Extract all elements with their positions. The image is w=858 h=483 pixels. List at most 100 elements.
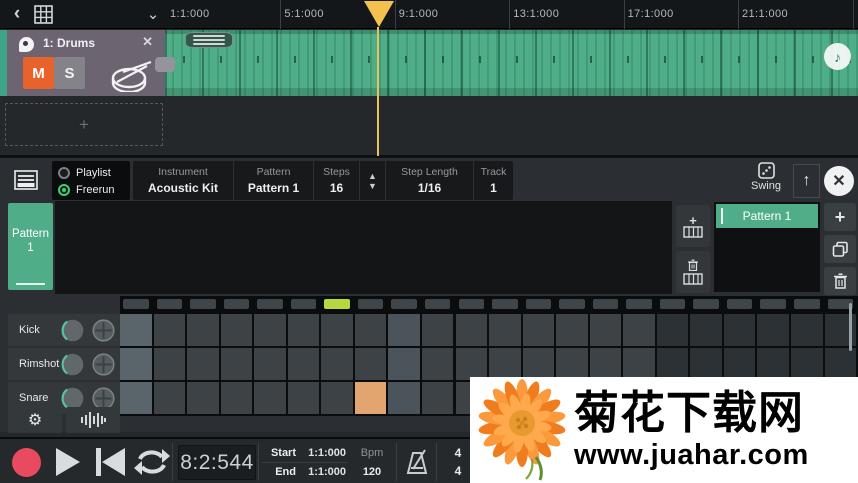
step-cell[interactable] <box>321 382 353 414</box>
step-cell[interactable] <box>388 382 420 414</box>
step-cell[interactable] <box>287 314 320 346</box>
step-cell[interactable] <box>187 382 219 414</box>
step-cell[interactable] <box>690 348 722 380</box>
end-value[interactable]: 1:1:000 <box>296 466 348 478</box>
pattern-tab[interactable]: Pattern 1 <box>8 203 53 290</box>
add-pattern-button[interactable]: + <box>824 203 856 231</box>
track-resize-handle[interactable] <box>155 57 175 72</box>
steps-stepper[interactable]: ▲ ▼ <box>359 161 385 200</box>
step-cell[interactable] <box>455 314 488 346</box>
track-close-button[interactable]: ✕ <box>142 34 153 50</box>
pattern-lane-area[interactable] <box>55 201 672 294</box>
mode-playlist[interactable]: Playlist <box>58 165 124 181</box>
loop-range-block[interactable]: Start 1:1:000 End 1:1:000 <box>262 444 348 480</box>
step-cell[interactable] <box>623 348 655 380</box>
volume-knob[interactable] <box>59 317 86 344</box>
step-cell[interactable] <box>153 314 186 346</box>
delete-bar-button[interactable] <box>676 251 710 293</box>
step-cell[interactable] <box>254 382 286 414</box>
step-cell[interactable] <box>757 314 789 346</box>
step-cell[interactable] <box>254 314 286 346</box>
step-cell[interactable] <box>254 348 286 380</box>
collapse-button[interactable]: ⌄ <box>142 2 164 26</box>
step-cell[interactable] <box>388 314 420 346</box>
bpm-block[interactable]: Bpm 120 <box>352 444 392 480</box>
field-steps[interactable]: Steps 16 <box>313 161 359 200</box>
step-cell-active[interactable] <box>354 382 387 414</box>
step-cell[interactable] <box>522 348 555 380</box>
step-cell[interactable] <box>421 382 454 414</box>
step-cell[interactable] <box>791 348 823 380</box>
clip-drag-handle[interactable] <box>185 32 233 48</box>
step-cell[interactable] <box>589 314 622 346</box>
step-cell[interactable] <box>120 382 152 414</box>
step-cell[interactable] <box>354 348 387 380</box>
step-cell[interactable] <box>421 348 454 380</box>
step-cell[interactable] <box>287 382 320 414</box>
swing-button[interactable]: Swing <box>742 162 790 200</box>
metronome-button[interactable] <box>402 447 432 477</box>
step-cell[interactable] <box>489 314 521 346</box>
field-instrument[interactable]: Instrument Acoustic Kit <box>133 161 233 200</box>
stepper-down-icon[interactable]: ▼ <box>368 181 377 191</box>
grid-view-button[interactable] <box>30 2 56 26</box>
step-cell[interactable] <box>120 348 152 380</box>
step-cell[interactable] <box>723 348 756 380</box>
step-cell[interactable] <box>220 314 253 346</box>
step-cell[interactable] <box>220 382 253 414</box>
play-button[interactable] <box>56 448 80 476</box>
step-cell[interactable] <box>690 314 722 346</box>
pan-knob[interactable] <box>90 351 117 378</box>
field-pattern[interactable]: Pattern Pattern 1 <box>233 161 313 200</box>
step-cell[interactable] <box>455 348 488 380</box>
start-value[interactable]: 1:1:000 <box>296 447 348 459</box>
step-cell[interactable] <box>187 348 219 380</box>
add-track-region[interactable]: + <box>5 103 163 146</box>
stepper-up-icon[interactable]: ▲ <box>368 171 377 181</box>
step-cell[interactable] <box>388 348 420 380</box>
close-sequencer-button[interactable]: ✕ <box>824 166 854 196</box>
track-header[interactable]: 1: Drums ✕ M S <box>7 30 175 96</box>
settings-button[interactable]: ⚙ <box>8 407 62 433</box>
clip-lane[interactable]: ♪ <box>165 30 858 96</box>
step-cell[interactable] <box>187 314 219 346</box>
mode-freerun[interactable]: Freerun <box>58 182 124 198</box>
step-cell[interactable] <box>723 314 756 346</box>
step-cell[interactable] <box>421 314 454 346</box>
timeline-ruler[interactable]: 1:1:000 5:1:000 9:1:000 13:1:000 17:1:000 21:… <box>165 0 858 29</box>
solo-button[interactable]: S <box>54 57 85 89</box>
step-cell[interactable] <box>321 348 353 380</box>
waveform-button[interactable] <box>66 407 120 433</box>
mute-button[interactable]: M <box>23 57 54 89</box>
step-cell[interactable] <box>589 348 622 380</box>
pan-knob[interactable] <box>90 317 117 344</box>
step-cell[interactable] <box>757 348 789 380</box>
step-cell[interactable] <box>153 382 186 414</box>
grid-scrollbar[interactable] <box>849 303 852 351</box>
step-cell[interactable] <box>623 314 655 346</box>
step-cell[interactable] <box>120 314 152 346</box>
copy-pattern-button[interactable] <box>824 235 856 263</box>
record-button[interactable] <box>12 448 41 477</box>
back-button[interactable]: ‹ <box>6 2 28 26</box>
step-cell[interactable] <box>220 348 253 380</box>
playhead-marker[interactable] <box>364 1 394 27</box>
step-cell[interactable] <box>153 348 186 380</box>
delete-pattern-button[interactable] <box>824 267 856 295</box>
loop-button[interactable] <box>134 446 170 478</box>
add-bar-button[interactable]: + <box>676 205 710 247</box>
field-track[interactable]: Track 1 <box>473 161 513 200</box>
step-cell[interactable] <box>556 348 588 380</box>
step-cell[interactable] <box>522 314 555 346</box>
drum-row-kick[interactable]: Kick <box>8 314 120 346</box>
minimize-panel-button[interactable]: ↑ <box>793 164 820 198</box>
step-cell[interactable] <box>287 348 320 380</box>
sequencer-menu-button[interactable] <box>8 164 44 196</box>
field-step-length[interactable]: Step Length 1/16 <box>385 161 473 200</box>
step-cell[interactable] <box>656 348 689 380</box>
step-cell[interactable] <box>354 314 387 346</box>
step-cell[interactable] <box>824 348 857 380</box>
step-cell[interactable] <box>556 314 588 346</box>
step-cell[interactable] <box>791 314 823 346</box>
pattern-list-item[interactable]: Pattern 1 <box>716 204 818 228</box>
